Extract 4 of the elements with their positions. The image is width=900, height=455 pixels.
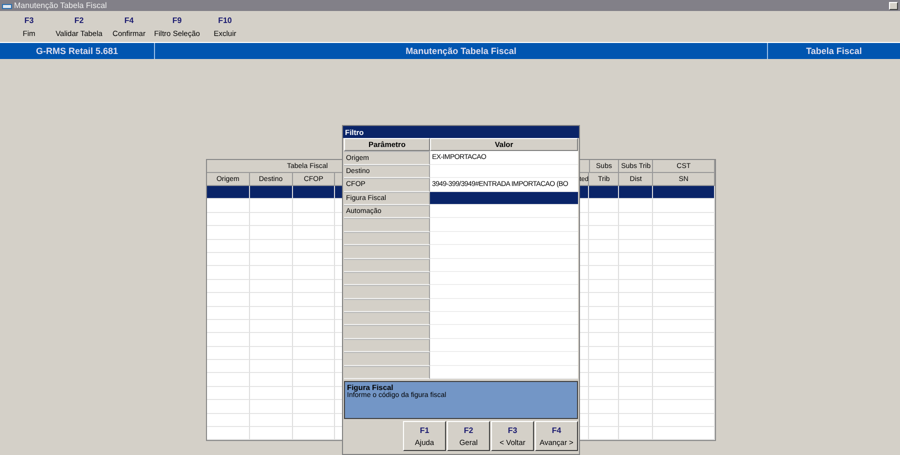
section-title: Tabela Fiscal	[805, 45, 863, 58]
window-title: Manutenção Tabela Fiscal	[14, 1, 107, 10]
product-name: G-RMS Retail 5.681	[0, 43, 155, 59]
screen-title: Manutenção Tabela Fiscal	[155, 43, 768, 59]
